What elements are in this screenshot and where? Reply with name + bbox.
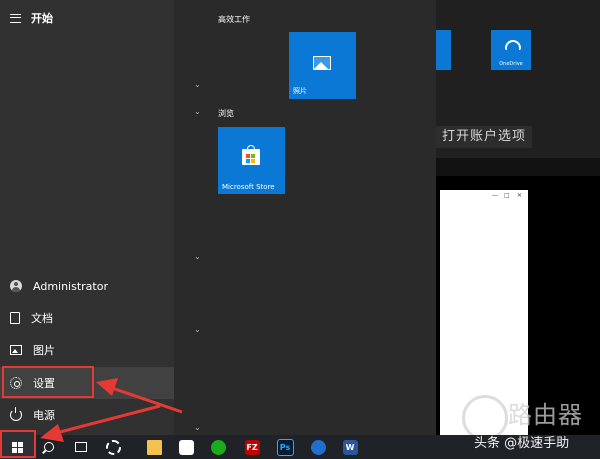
documents-label: 文档 — [31, 312, 53, 325]
taskbar-search-button[interactable] — [34, 435, 64, 459]
start-button-highlight-annotation — [0, 430, 36, 458]
watermark-text: 路由器 — [508, 401, 583, 429]
rail-item-user[interactable]: Administrator — [0, 270, 174, 302]
task-view-icon — [75, 442, 87, 452]
power-icon — [10, 407, 22, 421]
onedrive-tile-label: OneDrive — [499, 61, 523, 67]
user-name: Administrator — [33, 279, 108, 293]
chevron-down-icon[interactable]: ⌄ — [194, 325, 201, 334]
taskbar-filezilla[interactable]: FZ — [237, 435, 267, 459]
taskbar-wechat[interactable] — [203, 435, 233, 459]
rail-item-documents[interactable]: 文档 — [0, 302, 174, 334]
cloud-icon — [505, 40, 521, 50]
account-options-link[interactable]: 打开账户选项 — [436, 126, 533, 148]
settings-highlight-annotation — [2, 366, 94, 398]
word-icon: W — [342, 439, 358, 455]
taskbar-app-fan[interactable] — [98, 435, 128, 459]
wechat-icon — [210, 439, 226, 455]
search-icon — [44, 442, 54, 452]
taskbar-file-explorer[interactable] — [139, 435, 169, 459]
fan-app-icon — [105, 439, 121, 455]
store-tile[interactable]: Microsoft Store — [218, 127, 285, 194]
store-bag-icon — [242, 145, 260, 165]
rail-item-power[interactable]: 电源 — [0, 399, 174, 431]
hamburger-menu-icon[interactable] — [10, 13, 21, 23]
background-band — [436, 158, 600, 176]
group-label-productivity[interactable]: 高效工作 — [218, 14, 250, 25]
chevron-down-icon[interactable]: ⌄ — [194, 423, 201, 432]
picture-icon — [10, 345, 22, 355]
taskbar-word[interactable]: W — [335, 435, 365, 459]
watermark-caption: 头条 @极速手助 — [474, 436, 570, 451]
taskbar-store[interactable] — [171, 435, 201, 459]
taskbar-browser[interactable] — [303, 435, 333, 459]
photos-tile[interactable]: 照片 — [289, 32, 356, 99]
photos-tile-label: 照片 — [293, 87, 307, 95]
document-icon — [10, 312, 20, 324]
photoshop-icon: Ps — [276, 438, 294, 456]
folder-icon — [146, 439, 162, 455]
chevron-down-icon[interactable]: ⌄ — [194, 107, 201, 116]
rail-item-pictures[interactable]: 图片 — [0, 334, 174, 366]
power-label: 电源 — [33, 409, 55, 422]
minimize-icon[interactable]: — — [492, 192, 498, 199]
taskbar-photoshop[interactable]: Ps — [270, 435, 300, 459]
start-title: 开始 — [31, 12, 53, 25]
chevron-down-icon[interactable]: ⌄ — [194, 80, 201, 89]
chevron-down-icon[interactable]: ⌄ — [194, 252, 201, 261]
filezilla-icon: FZ — [244, 439, 260, 455]
maximize-icon[interactable]: □ — [504, 192, 510, 199]
store-bag-icon — [178, 439, 194, 455]
photos-icon — [313, 56, 331, 70]
start-header: 开始 — [10, 10, 53, 26]
group-label-explore[interactable]: 浏览 — [218, 108, 234, 119]
task-view-button[interactable] — [66, 435, 96, 459]
onedrive-tile[interactable]: OneDrive — [491, 30, 531, 70]
user-avatar-icon — [10, 280, 22, 292]
background-tile-partial — [436, 30, 451, 70]
browser-icon — [310, 439, 326, 455]
pictures-label: 图片 — [33, 344, 55, 357]
store-tile-label: Microsoft Store — [222, 183, 275, 191]
close-icon[interactable]: ✕ — [517, 192, 522, 199]
